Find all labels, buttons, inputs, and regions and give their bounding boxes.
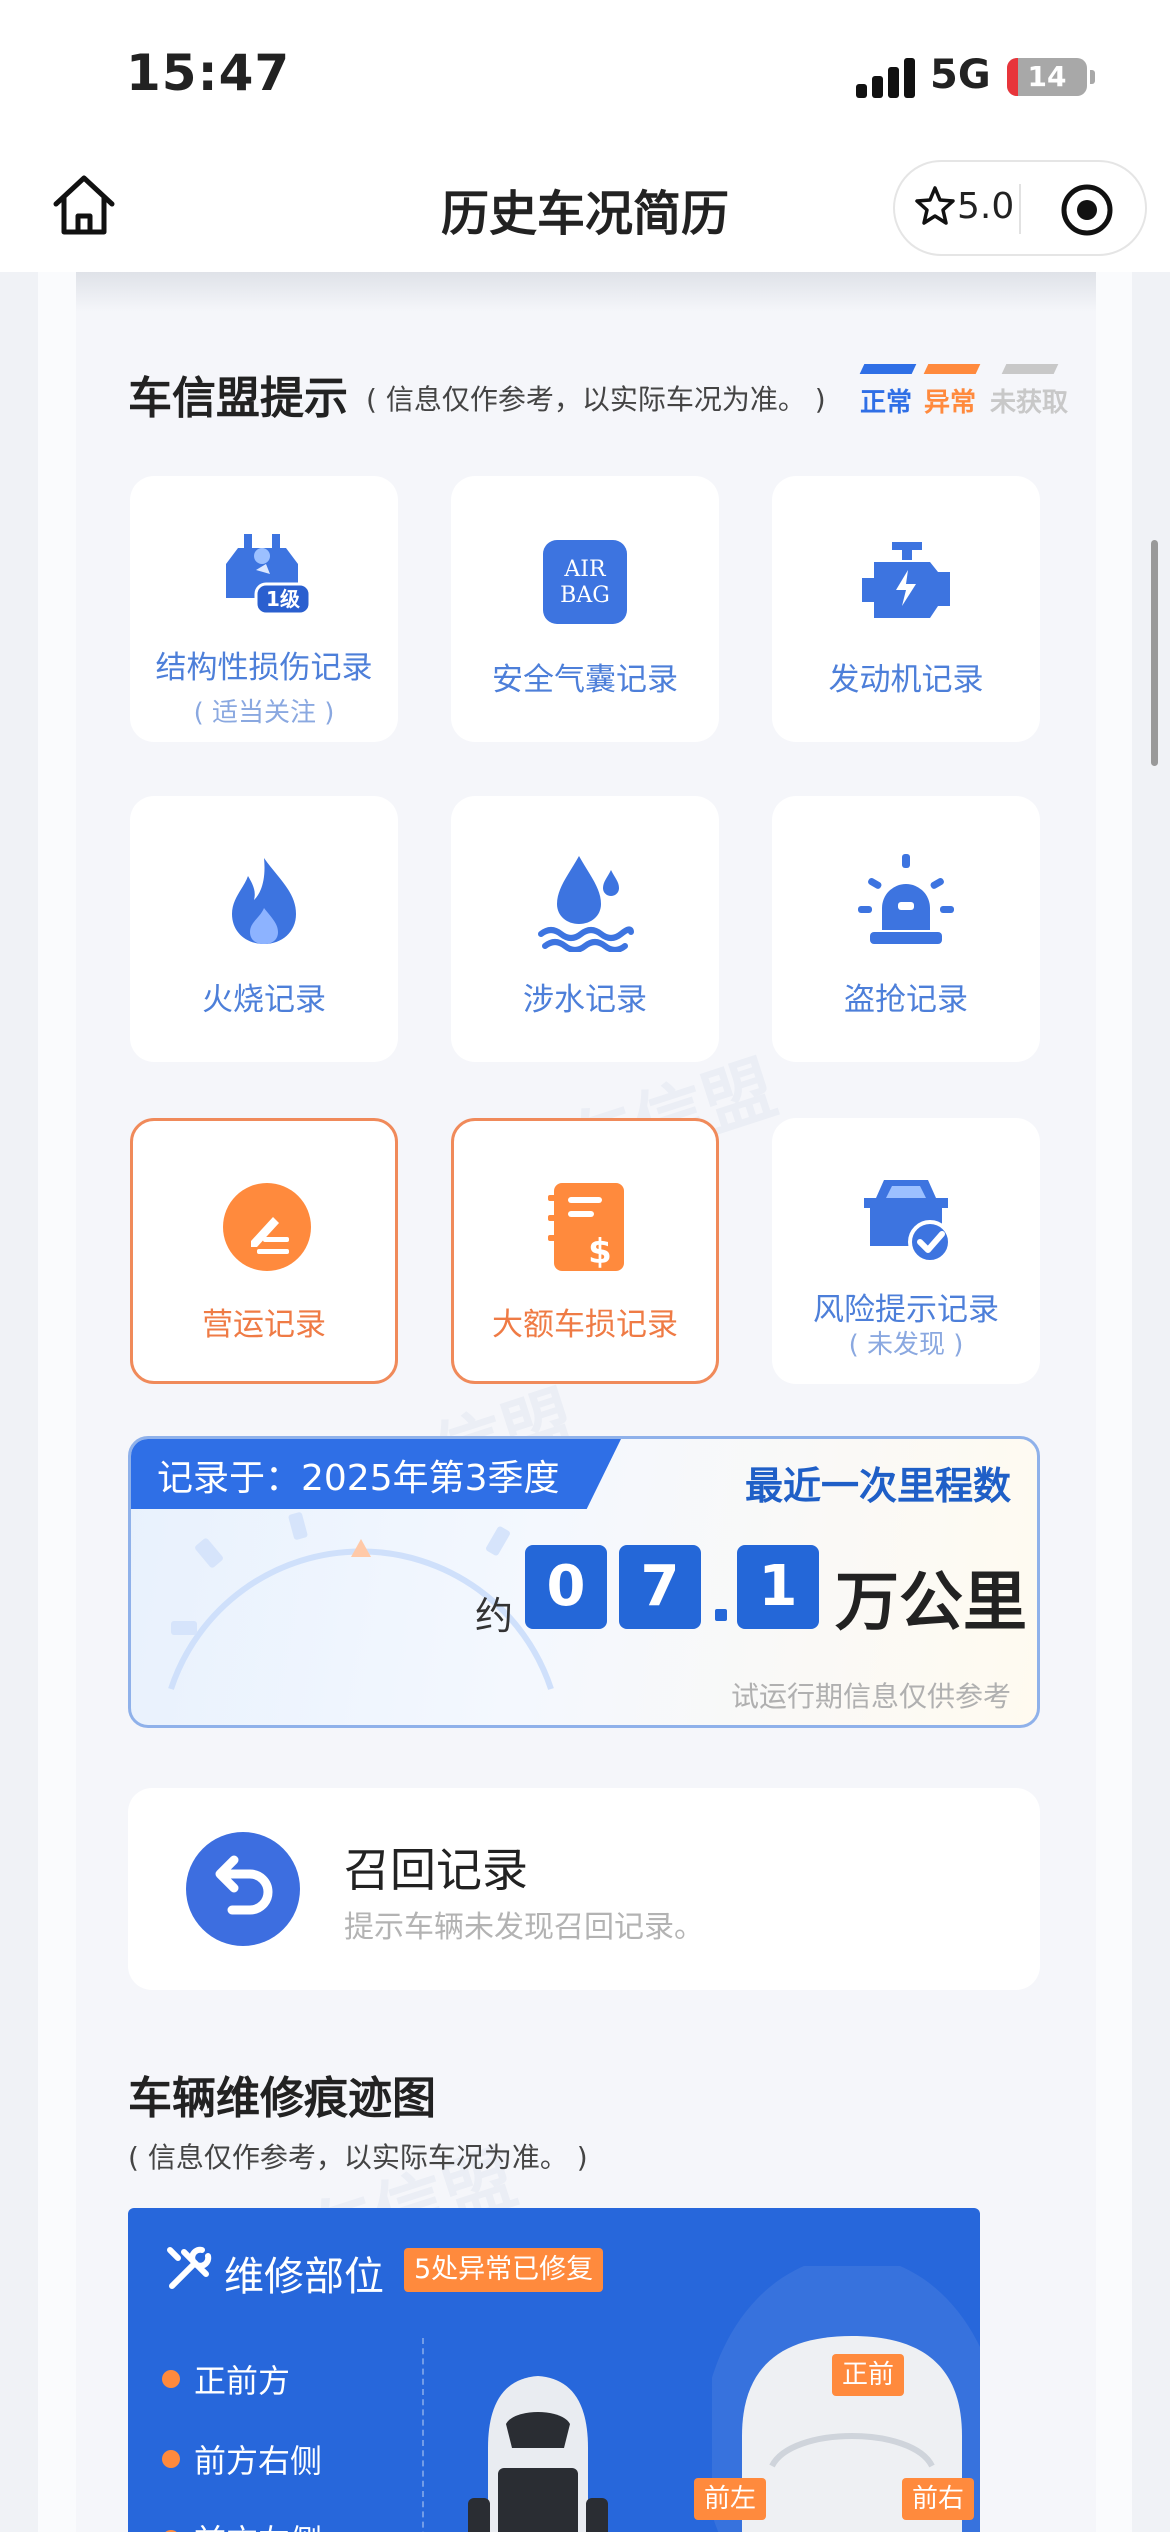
major-damage-icon: $ xyxy=(548,1183,624,1272)
repair-status-badge: 5处异常已修复 xyxy=(404,2248,604,2292)
tile-theft[interactable]: 盗抢记录 xyxy=(772,796,1040,1062)
battery-cap xyxy=(1090,70,1095,84)
tile-structural-damage[interactable]: 1级 结构性损伤记录 ( 适当关注 ) xyxy=(130,476,398,742)
alarm-icon xyxy=(858,854,954,944)
tile-risk[interactable]: 风险提示记录 ( 未发现 ) xyxy=(772,1118,1040,1384)
mileage-unit: 万公里 xyxy=(835,1566,1027,1640)
repair-tag-front-right[interactable]: 前右 xyxy=(902,2478,975,2520)
car-side-image xyxy=(468,2376,608,2532)
repair-tag-front-left[interactable]: 前左 xyxy=(694,2478,767,2520)
network-type: 5G xyxy=(930,52,991,98)
scrollbar[interactable] xyxy=(1151,540,1158,766)
card-top-shadow xyxy=(76,272,1096,312)
tile-major-damage[interactable]: $ 大额车损记录 xyxy=(451,1118,719,1384)
tile-water[interactable]: 涉水记录 xyxy=(451,796,719,1062)
tile-label: 火烧记录 xyxy=(202,982,326,1018)
engine-icon xyxy=(862,542,950,618)
tile-label: 营运记录 xyxy=(202,1307,326,1343)
legend-label-unknown: 未获取 xyxy=(990,388,1069,418)
rating-score[interactable]: 5.0 xyxy=(957,186,1014,227)
tile-label: 发动机记录 xyxy=(828,662,984,698)
star-icon[interactable] xyxy=(913,184,957,228)
airbag-icon: AIR BAG xyxy=(543,540,627,624)
legend-label-abnormal: 异常 xyxy=(924,388,977,418)
decimal-point xyxy=(715,1609,727,1621)
tile-airbag[interactable]: AIR BAG 安全气囊记录 xyxy=(451,476,719,742)
signal-icon xyxy=(856,58,916,98)
battery-icon: 14 xyxy=(1007,58,1087,96)
mileage-title: 最近一次里程数 xyxy=(744,1464,1011,1508)
tile-commercial[interactable]: 营运记录 xyxy=(130,1118,398,1384)
repair-part-item[interactable]: 前方左侧 xyxy=(161,2516,322,2532)
mileage-digit: 7 xyxy=(619,1545,701,1629)
status-time: 15:47 xyxy=(126,44,291,102)
tile-label: 涉水记录 xyxy=(523,982,647,1018)
tile-label: 大额车损记录 xyxy=(492,1307,678,1343)
mileage-approx: 约 xyxy=(475,1594,514,1638)
status-bar: 15:47 5G 14 xyxy=(0,0,1170,150)
repair-tag-front[interactable]: 正前 xyxy=(832,2354,905,2396)
water-icon xyxy=(538,856,634,952)
section-title-alerts: 车信盟提示 xyxy=(128,373,348,424)
page-title: 历史车况简历 xyxy=(440,186,729,242)
panel-divider xyxy=(422,2338,424,2532)
legend-bar-abnormal xyxy=(923,364,981,374)
recall-card[interactable]: 召回记录 提示车辆未发现召回记录。 xyxy=(128,1788,1040,1990)
legend-bar-unknown xyxy=(1001,364,1059,374)
repair-title: 维修部位 xyxy=(224,2254,384,2300)
record-date-text: 记录于：2025年第3季度 xyxy=(157,1458,560,1499)
record-icon[interactable] xyxy=(1059,182,1115,238)
commercial-use-icon xyxy=(223,1183,311,1271)
recall-icon xyxy=(186,1832,300,1946)
airbag-icon-text-1: AIR xyxy=(563,557,607,582)
risk-check-icon xyxy=(864,1180,952,1264)
recall-title: 召回记录 xyxy=(344,1843,528,1897)
repair-panel: 维修部位 5处异常已修复 正前方 前方右侧 前方左侧 正前 前左 前右 xyxy=(128,2208,980,2532)
mileage-footnote: 试运行期信息仅供参考 xyxy=(730,1680,1011,1713)
status-legend: 正常 异常 未获取 xyxy=(858,362,1078,422)
speedometer-graphic xyxy=(168,1512,554,1690)
capsule-divider xyxy=(1019,184,1021,234)
repair-part-item[interactable]: 前方右侧 xyxy=(161,2436,322,2482)
home-icon[interactable] xyxy=(48,170,120,242)
wrench-icon xyxy=(167,2246,212,2289)
tile-label: 安全气囊记录 xyxy=(492,662,678,698)
tile-label: 风险提示记录 xyxy=(813,1292,999,1328)
structural-damage-icon: 1级 xyxy=(226,534,312,616)
legend-label-normal: 正常 xyxy=(860,388,913,418)
tile-label: 盗抢记录 xyxy=(844,982,968,1018)
tile-sublabel: ( 适当关注 ) xyxy=(193,698,335,728)
mileage-digit: 1 xyxy=(737,1545,819,1629)
svg-text:$: $ xyxy=(588,1232,612,1272)
tile-label: 结构性损伤记录 xyxy=(155,650,373,686)
mileage-card: 记录于：2025年第3季度 最近一次里程数 约 0 7 1 万公里 试运行期信息… xyxy=(128,1436,1040,1728)
section-note: ( 信息仅作参考，以实际车况为准。 ) xyxy=(128,2141,588,2174)
tile-sublabel: ( 未发现 ) xyxy=(848,1330,964,1360)
section-title-repair: 车辆维修痕迹图 xyxy=(128,2073,436,2124)
mileage-digit: 0 xyxy=(525,1545,607,1629)
damage-level-badge: 1级 xyxy=(266,587,300,611)
mini-program-capsule: 5.0 xyxy=(893,160,1147,256)
legend-bar-normal xyxy=(859,364,917,374)
nav-bar: 历史车况简历 5.0 xyxy=(0,150,1170,272)
fire-icon xyxy=(232,858,296,944)
section-note: ( 信息仅作参考，以实际车况为准。 ) xyxy=(366,383,826,416)
repair-part-item[interactable]: 正前方 xyxy=(161,2356,290,2402)
airbag-icon-text-2: BAG xyxy=(560,583,610,608)
tile-fire[interactable]: 火烧记录 xyxy=(130,796,398,1062)
tile-engine[interactable]: 发动机记录 xyxy=(772,476,1040,742)
recall-description: 提示车辆未发现召回记录。 xyxy=(344,1910,704,1945)
battery-level-text: 14 xyxy=(1027,60,1067,93)
